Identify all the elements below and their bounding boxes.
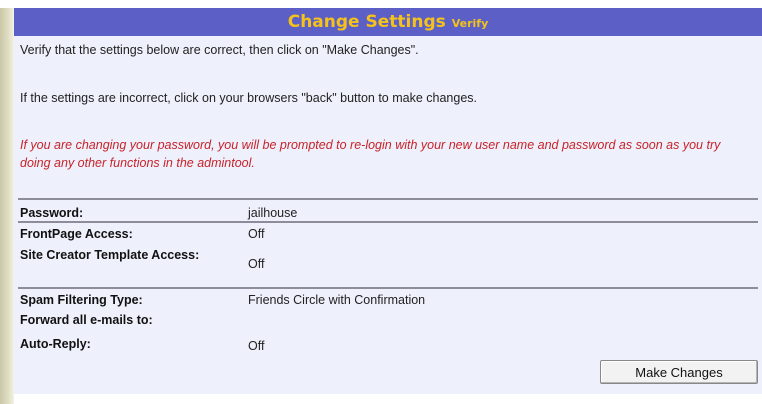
setting-label: Auto-Reply: bbox=[20, 337, 91, 351]
setting-label: Password: bbox=[20, 206, 84, 220]
make-changes-button[interactable]: Make Changes bbox=[600, 360, 758, 384]
setting-value: Off bbox=[248, 227, 265, 241]
setting-value: Off bbox=[248, 339, 265, 353]
setting-value: Friends Circle with Confirmation bbox=[248, 293, 426, 307]
page-title: Change Settings bbox=[287, 12, 446, 32]
table-divider bbox=[18, 198, 758, 200]
page-subtitle: Verify bbox=[451, 17, 489, 30]
table-divider bbox=[18, 287, 758, 289]
setting-value: jailhouse bbox=[248, 206, 298, 220]
settings-panel: Change Settings Verify Verify that the se… bbox=[14, 8, 762, 394]
setting-value: Off bbox=[248, 257, 265, 271]
setting-label: Forward all e-mails to: bbox=[20, 313, 153, 327]
verify-instruction: Verify that the settings below are corre… bbox=[20, 43, 419, 57]
top-margin bbox=[0, 0, 762, 8]
setting-label: Site Creator Template Access: bbox=[20, 248, 200, 262]
title-bar: Change Settings Verify bbox=[14, 8, 762, 36]
password-warning: If you are changing your password, you w… bbox=[20, 138, 721, 170]
setting-label: FrontPage Access: bbox=[20, 227, 133, 241]
setting-label: Spam Filtering Type: bbox=[20, 293, 143, 307]
left-decorative-strip bbox=[0, 0, 14, 404]
back-instruction: If the settings are incorrect, click on … bbox=[20, 91, 478, 105]
table-divider bbox=[18, 221, 758, 223]
